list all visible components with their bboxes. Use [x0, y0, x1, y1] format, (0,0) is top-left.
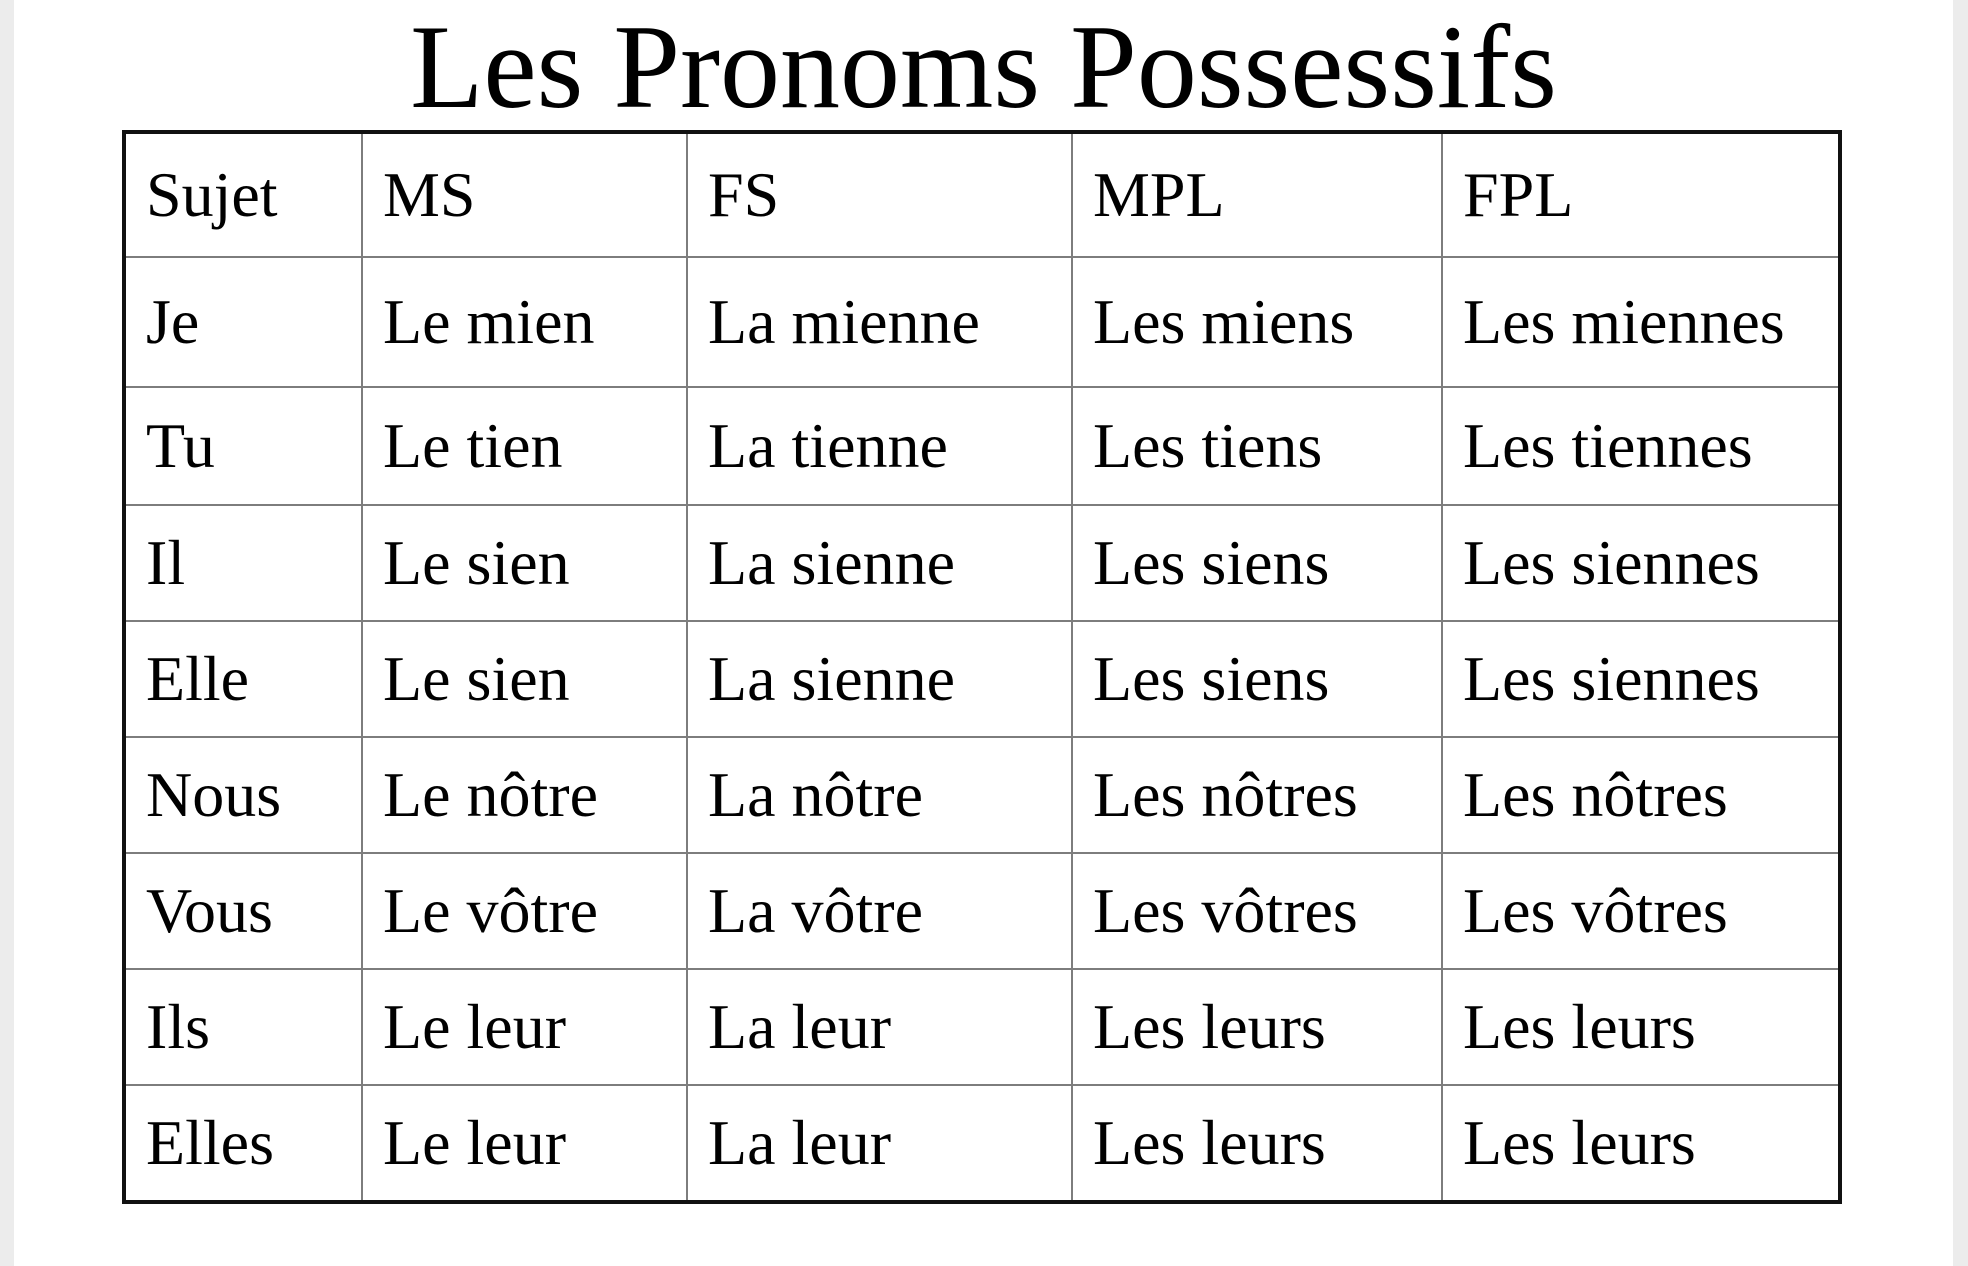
subject-cell: Elle: [123, 620, 363, 738]
table-cell: La leur: [686, 1084, 1073, 1203]
header-cell-subject: Sujet: [123, 131, 363, 258]
header-cell-ms: MS: [361, 131, 688, 258]
table-row: Nous Le nôtre La nôtre Les nôtres Les nô…: [123, 736, 1841, 854]
table-cell: Le vôtre: [361, 852, 688, 970]
table-cell: La mienne: [686, 256, 1073, 388]
table-cell: Les tiennes: [1441, 386, 1841, 506]
table-cell: Le sien: [361, 504, 688, 622]
table-row: Elle Le sien La sienne Les siens Les sie…: [123, 620, 1841, 738]
table-cell: Les leurs: [1071, 1084, 1443, 1203]
table-header-row: Sujet MS FS MPL FPL: [123, 131, 1841, 258]
subject-cell: Je: [123, 256, 363, 388]
table-cell: Les leurs: [1071, 968, 1443, 1086]
table-cell: Le mien: [361, 256, 688, 388]
table-cell: Les siens: [1071, 504, 1443, 622]
header-cell-fs: FS: [686, 131, 1073, 258]
table-cell: Les nôtres: [1071, 736, 1443, 854]
table-cell: Les tiens: [1071, 386, 1443, 506]
possessive-pronouns-table: Sujet MS FS MPL FPL Je Le mien La mienne…: [122, 130, 1842, 1204]
table-cell: Les leurs: [1441, 1084, 1841, 1203]
subject-cell: Elles: [123, 1084, 363, 1203]
table-cell: Les vôtres: [1071, 852, 1443, 970]
document-page: Les Pronoms Possessifs Sujet MS FS MPL F…: [14, 0, 1953, 1266]
subject-cell: Il: [123, 504, 363, 622]
header-cell-fpl: FPL: [1441, 131, 1841, 258]
table-row: Ils Le leur La leur Les leurs Les leurs: [123, 968, 1841, 1086]
subject-cell: Ils: [123, 968, 363, 1086]
table-row: Il Le sien La sienne Les siens Les sienn…: [123, 504, 1841, 622]
table-cell: Les miennes: [1441, 256, 1841, 388]
table-cell: Les leurs: [1441, 968, 1841, 1086]
table-cell: Les nôtres: [1441, 736, 1841, 854]
subject-cell: Vous: [123, 852, 363, 970]
table-cell: Les siens: [1071, 620, 1443, 738]
table-cell: Les miens: [1071, 256, 1443, 388]
table-cell: Le leur: [361, 1084, 688, 1203]
table-row: Tu Le tien La tienne Les tiens Les tienn…: [123, 386, 1841, 506]
table-cell: Le tien: [361, 386, 688, 506]
table-cell: Les siennes: [1441, 504, 1841, 622]
table-cell: Le leur: [361, 968, 688, 1086]
table-row: Je Le mien La mienne Les miens Les mienn…: [123, 256, 1841, 388]
subject-cell: Tu: [123, 386, 363, 506]
table-cell: Le sien: [361, 620, 688, 738]
subject-cell: Nous: [123, 736, 363, 854]
table-cell: La sienne: [686, 620, 1073, 738]
table-row: Vous Le vôtre La vôtre Les vôtres Les vô…: [123, 852, 1841, 970]
table-cell: La sienne: [686, 504, 1073, 622]
table-row: Elles Le leur La leur Les leurs Les leur…: [123, 1084, 1841, 1203]
table-cell: Le nôtre: [361, 736, 688, 854]
table-cell: Les siennes: [1441, 620, 1841, 738]
table-cell: La tienne: [686, 386, 1073, 506]
table-cell: La nôtre: [686, 736, 1073, 854]
header-cell-mpl: MPL: [1071, 131, 1443, 258]
table-cell: La vôtre: [686, 852, 1073, 970]
table-cell: La leur: [686, 968, 1073, 1086]
table-cell: Les vôtres: [1441, 852, 1841, 970]
page-title: Les Pronoms Possessifs: [410, 0, 1557, 133]
